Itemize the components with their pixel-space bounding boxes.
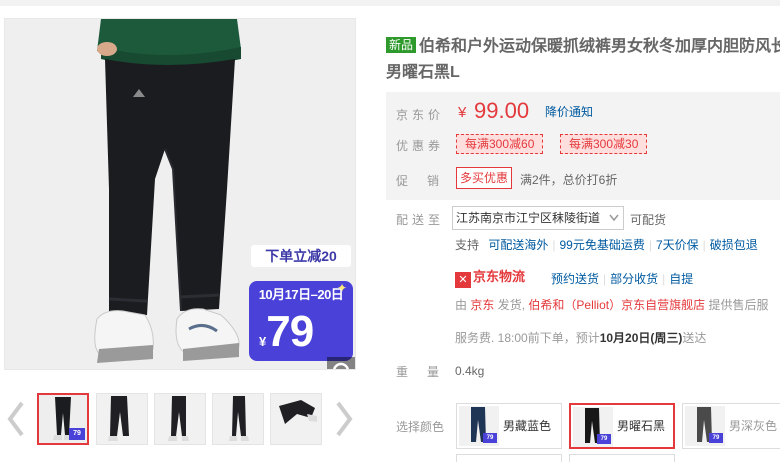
weight-label: 重量 [396,365,459,379]
price-value: 99.00 [474,98,530,123]
availability: 可配货 [630,213,667,227]
color-swatch-image: 79 [685,406,725,446]
address-select[interactable]: 江苏南京市江宁区秣陵街道 [452,206,624,230]
promotion-label: 促销 [396,174,459,188]
delivery-label: 配送至 [396,213,445,227]
service-damage-return[interactable]: 破损包退 [710,238,758,252]
swatch-promo: 79 [709,433,723,443]
seller-suffix: 提供售后服 [708,298,769,312]
weight-value: 0.4kg [455,364,485,378]
service-free-shipping[interactable]: 99元免基础运费 [560,238,645,252]
color-option-row2-2[interactable] [569,454,675,462]
seller-store-link[interactable]: 伯希和（Pelliot）京东自营旗舰店 [528,298,705,312]
title-line-2: 男曜石黑L [386,64,460,81]
service-fee: 服务费. 18:00前下单，预计 [455,331,600,345]
chevron-down-icon [609,214,619,222]
thumb-promo-price: 79 [69,428,85,440]
logistics-options: 预约送货 | 部分收货 | 自提 [551,272,694,286]
color-option-grey[interactable]: 79 男深灰色 [682,403,780,449]
color-option-row2-1[interactable] [456,454,562,462]
address-value: 江苏南京市江宁区秣陵街道 [456,211,601,225]
logistics-partial[interactable]: 部分收货 [610,272,658,286]
color-swatch-image: 79 [573,407,613,447]
price-currency: ¥ [458,104,467,121]
seller-prefix: 由 [455,298,468,312]
title-text: 伯希和户外运动保暖抓绒裤男女秋冬加厚内胆防风长 [419,38,780,55]
promotion-badge[interactable]: 多买优惠 [456,167,513,189]
color-name: 男深灰色 [729,419,778,433]
color-label: 选择颜色 [396,420,445,434]
top-divider [0,0,780,6]
price-label: 京东价 [396,108,445,122]
thumbnail-2[interactable] [96,393,148,445]
coupon-2[interactable]: 每满300减30 [560,134,648,154]
eta-suffix: 送达 [682,331,707,345]
color-swatch-image: 79 [459,406,499,446]
swatch-promo: 79 [483,433,497,443]
support-label: 支持 [455,238,480,252]
logistics-scheduled[interactable]: 预约送货 [551,272,599,286]
eta-date: 10月20日(周三) [599,331,683,345]
coupon-1[interactable]: 每满300减60 [456,134,544,154]
eta-row: 服务费. 18:00前下单，预计10月20日(周三)送达 [455,329,706,346]
seller-mid: 发货, [497,298,526,312]
color-name: 男藏蓝色 [503,419,552,433]
thumbnail-4[interactable] [212,393,264,445]
sparkle-icon: ✦ [336,281,347,295]
logistics-pickup[interactable]: 自提 [669,272,693,286]
price-alert-link[interactable]: 降价通知 [545,103,593,120]
promo-discount-tag: 下单立减20 [251,245,351,267]
service-price-protect[interactable]: 7天价保 [656,238,699,252]
delivery-truck-icon: ✕ [455,272,471,288]
price-summary-box: 京东价 ¥ 99.00 降价通知 优惠券 每满300减60 每满300减30 促… [386,92,780,200]
magnifier-icon[interactable] [327,357,355,369]
seller-jd[interactable]: 京东 [470,298,494,312]
thumbnail-1[interactable]: 79 [37,393,89,445]
seller-info: 由 京东 发货, 伯希和（Pelliot）京东自营旗舰店 提供售后服 [455,296,768,313]
new-badge: 新品 [386,37,417,53]
color-name: 男曜石黑 [617,419,666,433]
chevron-left-icon[interactable] [4,400,28,438]
jd-logistics-name: 京东物流 [473,269,526,284]
promo-price-card: 10月17日–20日 ✦ ¥79 [249,281,353,361]
service-support-row: 支持 可配送海外 | 99元免基础运费 | 7天价保 | 破损包退 [455,238,758,252]
color-option-navy[interactable]: 79 男藏蓝色 [456,403,562,449]
main-product-image[interactable]: 下单立减20 10月17日–20日 ✦ ¥79 [4,18,356,370]
jd-logistics-logo: ✕ 京东物流 [455,268,526,288]
promo-price: 79 [266,307,314,356]
thumbnail-3[interactable] [154,393,206,445]
coupon-label: 优惠券 [396,139,445,153]
swatch-promo: 79 [597,434,611,444]
chevron-right-icon[interactable] [332,400,356,438]
service-overseas[interactable]: 可配送海外 [488,238,548,252]
color-option-black[interactable]: 79 男曜石黑 [569,403,675,449]
thumbnail-5[interactable] [270,393,322,445]
promotion-text: 满2件，总价打6折 [520,173,618,187]
